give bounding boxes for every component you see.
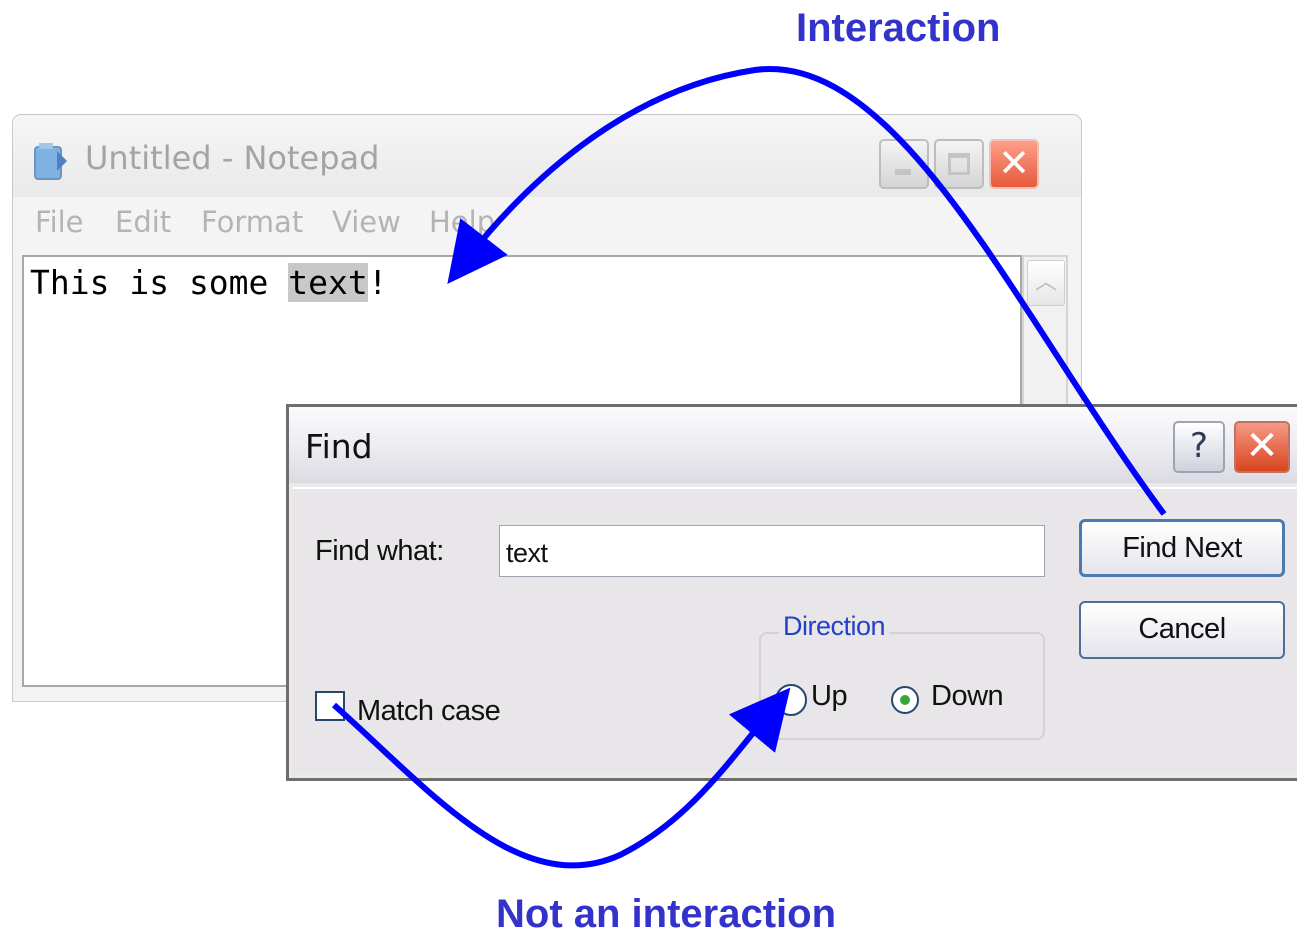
text-after-selection: ! [367,263,388,302]
direction-legend: Direction [779,611,890,642]
find-next-button[interactable]: Find Next [1079,519,1285,577]
match-case-label[interactable]: Match case [357,695,501,728]
close-icon: ✕ [998,141,1030,185]
menu-bar: File Edit Format View Help [13,197,1081,255]
minimize-button[interactable] [879,139,929,189]
notepad-titlebar[interactable]: Untitled - Notepad ✕ [13,115,1081,197]
find-dialog: Find ? ✕ Find what: text Find Next Cance… [286,404,1297,781]
find-close-button[interactable]: ✕ [1234,421,1290,473]
text-before-selection: This is some [30,263,289,302]
close-icon: ✕ [1245,423,1279,469]
radio-up-label[interactable]: Up [811,680,848,713]
notepad-title: Untitled - Notepad [85,139,380,177]
selected-text: text [288,263,368,302]
notepad-close-button[interactable]: ✕ [989,139,1039,189]
interaction-label: Interaction [796,6,1001,50]
find-what-input[interactable]: text [499,525,1045,577]
radio-down[interactable] [891,686,919,714]
not-an-interaction-label: Not an interaction [496,892,837,936]
menu-view[interactable]: View [332,205,401,239]
cancel-button[interactable]: Cancel [1079,601,1285,659]
notepad-text: This is some text! [30,263,388,302]
match-case-checkbox[interactable] [315,691,345,721]
direction-group: Direction Up Down [759,611,1045,740]
menu-edit[interactable]: Edit [115,205,171,239]
menu-format[interactable]: Format [201,205,303,239]
question-icon: ? [1189,426,1209,466]
chevron-up-icon: ︿ [1034,270,1057,295]
radio-up[interactable] [775,684,807,716]
find-what-label: Find what: [315,535,444,567]
menu-file[interactable]: File [35,205,84,239]
notepad-icon [33,141,69,183]
radio-down-label[interactable]: Down [931,680,1004,713]
help-button[interactable]: ? [1173,421,1225,473]
find-dialog-titlebar[interactable]: Find ? ✕ [289,407,1297,483]
find-dialog-body: Find what: text Find Next Cancel Directi… [293,487,1297,774]
scroll-up-button[interactable]: ︿ [1027,260,1065,306]
find-dialog-title: Find [305,427,373,466]
maximize-button[interactable] [934,139,984,189]
menu-help[interactable]: Help [429,205,495,239]
